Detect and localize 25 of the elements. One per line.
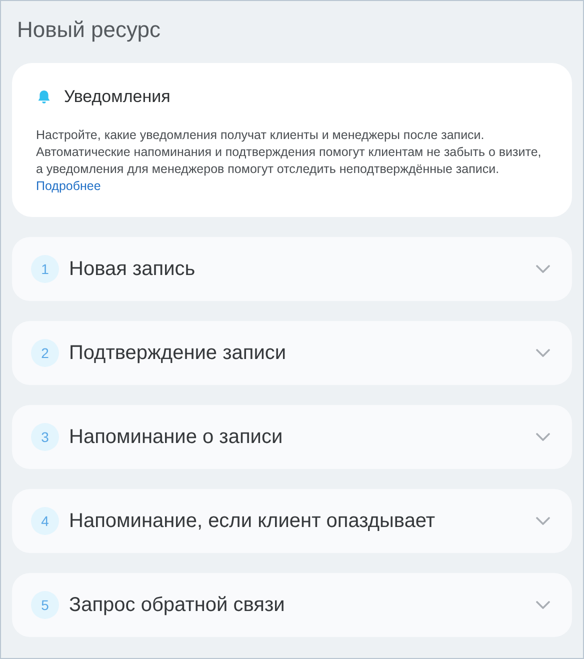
chevron-icon <box>536 265 550 273</box>
section-title: Запрос обратной связи <box>69 594 286 616</box>
chevron-icon <box>536 601 550 609</box>
section-title: Новая запись <box>69 258 196 280</box>
more-link[interactable]: Подробнее <box>36 179 101 193</box>
accordion-section[interactable]: 5 Запрос обратной связи <box>12 573 572 637</box>
accordion-section[interactable]: 3 Напоминание о записи <box>12 405 572 469</box>
chevron-icon <box>536 517 550 525</box>
bell-icon <box>36 89 52 105</box>
section-title: Напоминание о записи <box>69 426 284 448</box>
step-number: 4 <box>31 507 59 535</box>
section-title: Напоминание, если клиент опаздывает <box>69 510 436 532</box>
accordion-section[interactable]: 1 Новая запись <box>12 237 572 301</box>
chevron-icon <box>536 433 550 441</box>
step-number: 5 <box>31 591 59 619</box>
page-title: Новый ресурс <box>17 16 162 44</box>
section-title: Подтверждение записи <box>69 342 288 364</box>
accordion-section[interactable]: 4 Напоминание, если клиент опаздывает <box>12 489 572 553</box>
step-number: 3 <box>31 423 59 451</box>
chevron-icon <box>536 349 550 357</box>
accordion-section[interactable]: 2 Подтверждение записи <box>12 321 572 385</box>
card-title: Уведомления <box>64 87 170 107</box>
step-number: 2 <box>31 339 59 367</box>
description-text: Настройте, какие уведомления получат клиенты и менеджеры после записи. Автоматические напоминания и подтверждения помогут клиентам не забыть о визите, а уведомления для менеджеров помогут отследить неподтверждённые записи. Подробнее <box>36 127 542 195</box>
step-number: 1 <box>31 255 59 283</box>
